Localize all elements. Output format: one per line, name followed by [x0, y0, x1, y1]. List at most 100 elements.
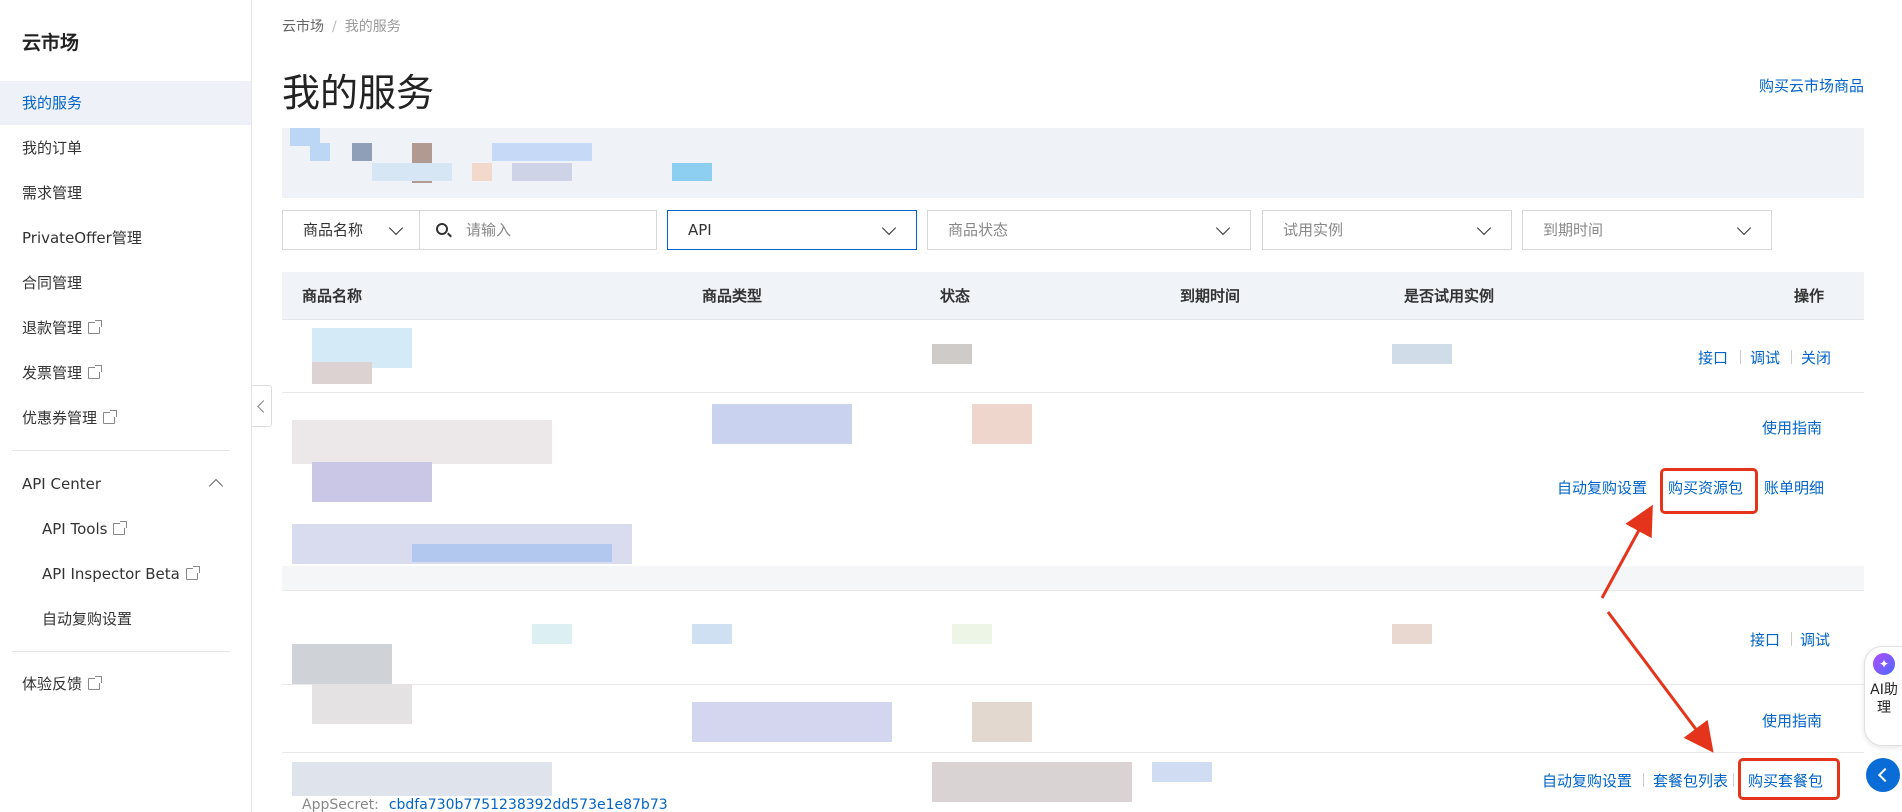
external-link-icon: [88, 676, 103, 690]
interface-link[interactable]: 接口: [1750, 629, 1780, 650]
app-secret-label: AppSecret:: [302, 797, 379, 812]
sidebar-item-label: API Inspector Beta: [42, 565, 180, 583]
external-link-icon: [88, 365, 103, 379]
product-type-select[interactable]: API: [667, 210, 917, 250]
assistant-toggle-button[interactable]: [1866, 758, 1900, 792]
external-link-icon: [103, 410, 118, 424]
column-header-status: 状态: [940, 287, 971, 305]
highlight-box: [1738, 758, 1840, 800]
redacted-block: [712, 404, 852, 444]
product-status-placeholder: 商品状态: [948, 221, 1009, 239]
redacted-block: [952, 624, 992, 644]
billing-detail-link[interactable]: 账单明细: [1764, 477, 1824, 498]
annotation-arrows: [1600, 504, 1714, 753]
product-status-select[interactable]: 商品状态: [927, 210, 1251, 250]
sidebar-collapse-handle[interactable]: [252, 385, 272, 427]
search-input[interactable]: 请输入: [419, 210, 657, 250]
debug-link[interactable]: 调试: [1750, 347, 1780, 368]
chevron-down-icon: [1476, 220, 1492, 236]
chevron-down-icon: [1215, 220, 1231, 236]
breadcrumb-current: 我的服务: [344, 19, 401, 35]
sidebar-item-feedback[interactable]: 体验反馈: [0, 662, 251, 706]
redacted-block: [972, 702, 1032, 742]
trial-instance-select[interactable]: 试用实例: [1262, 210, 1512, 250]
arrow-to-buy-package: [1606, 611, 1714, 753]
ai-assistant-panel[interactable]: ✦ AI助理: [1864, 646, 1902, 746]
search-placeholder: 请输入: [466, 221, 512, 239]
redacted-block: [692, 624, 732, 644]
sparkle-icon: ✦: [1873, 653, 1895, 675]
page-title: 我的服务: [282, 71, 435, 115]
sidebar-item-api-tools[interactable]: API Tools: [0, 507, 251, 551]
debug-link[interactable]: 调试: [1800, 629, 1830, 650]
redacted-block: [472, 163, 492, 181]
expiry-time-placeholder: 到期时间: [1543, 221, 1604, 239]
redacted-block: [932, 344, 972, 364]
expiry-time-select[interactable]: 到期时间: [1522, 210, 1772, 250]
auto-repurchase-link[interactable]: 自动复购设置: [1557, 477, 1647, 498]
redacted-block: [1392, 624, 1432, 644]
close-link[interactable]: 关闭: [1801, 347, 1831, 368]
column-header-name: 商品名称: [302, 287, 363, 305]
row-divider: [282, 392, 1864, 393]
buy-market-product-link[interactable]: 购买云市场商品: [1759, 75, 1864, 96]
redacted-block: [932, 762, 1132, 802]
redacted-block: [1392, 344, 1452, 364]
action-separator: [1733, 773, 1734, 787]
column-header-actions: 操作: [1794, 287, 1825, 305]
sidebar-item-my-services[interactable]: 我的服务: [0, 81, 251, 125]
redacted-block: [310, 143, 330, 161]
redacted-block: [312, 462, 432, 502]
search-icon: [436, 223, 448, 235]
row-divider: [282, 590, 1864, 591]
redacted-block: [972, 404, 1032, 444]
external-link-icon: [113, 521, 128, 535]
breadcrumb-separator: /: [332, 19, 337, 35]
user-guide-link[interactable]: 使用指南: [1762, 710, 1822, 731]
search-field-select[interactable]: 商品名称: [282, 210, 420, 250]
sidebar-item-my-orders[interactable]: 我的订单: [0, 126, 251, 170]
sidebar: 云市场 我的服务 我的订单 需求管理 PrivateOffer管理 合同管理 退…: [0, 0, 252, 812]
chevron-up-icon: [208, 478, 224, 494]
chevron-down-icon: [388, 220, 404, 236]
sidebar-item-label: 体验反馈: [22, 675, 83, 693]
package-list-link[interactable]: 套餐包列表: [1653, 770, 1728, 791]
info-banner: [282, 128, 1864, 198]
table-header: 商品名称 商品类型 状态 到期时间 是否试用实例 操作: [282, 272, 1864, 320]
column-header-expiry: 到期时间: [1180, 287, 1241, 305]
sidebar-item-private-offer[interactable]: PrivateOffer管理: [0, 216, 251, 260]
column-header-type: 商品类型: [702, 287, 763, 305]
action-separator: [1791, 350, 1792, 364]
redacted-block: [1152, 762, 1212, 782]
row-divider: [282, 684, 1864, 685]
ai-assistant-label: AI助理: [1870, 682, 1898, 716]
sidebar-group-api-center[interactable]: API Center: [0, 462, 251, 506]
row-divider: [282, 752, 1864, 753]
sidebar-item-refund[interactable]: 退款管理: [0, 306, 251, 350]
app-secret-value[interactable]: cbdfa730b7751238392dd573e1e87b73: [389, 797, 668, 812]
redacted-block: [292, 420, 552, 464]
sidebar-item-label: API Tools: [42, 520, 108, 538]
user-guide-link[interactable]: 使用指南: [1762, 417, 1822, 438]
breadcrumb: 云市场 / 我的服务: [282, 16, 401, 36]
auto-repurchase-link[interactable]: 自动复购设置: [1542, 770, 1632, 791]
external-link-icon: [185, 566, 200, 580]
sidebar-item-auto-repurchase[interactable]: 自动复购设置: [0, 597, 251, 641]
redacted-block: [372, 163, 452, 181]
redacted-block: [532, 624, 572, 644]
redacted-block: [512, 163, 572, 181]
sidebar-item-api-inspector[interactable]: API Inspector Beta: [0, 552, 251, 596]
action-separator: [1643, 773, 1644, 787]
sidebar-item-label: 退款管理: [22, 319, 83, 337]
sidebar-item-demand[interactable]: 需求管理: [0, 171, 251, 215]
sidebar-item-invoice[interactable]: 发票管理: [0, 351, 251, 395]
sidebar-item-contract[interactable]: 合同管理: [0, 261, 251, 305]
sidebar-item-coupon[interactable]: 优惠券管理: [0, 396, 251, 440]
chevron-down-icon: [1736, 220, 1752, 236]
sidebar-item-label: 优惠券管理: [22, 409, 98, 427]
divider: [12, 651, 230, 652]
breadcrumb-root[interactable]: 云市场: [282, 19, 324, 35]
redacted-block: [292, 762, 552, 796]
interface-link[interactable]: 接口: [1698, 347, 1728, 368]
column-header-trial: 是否试用实例: [1404, 287, 1495, 305]
